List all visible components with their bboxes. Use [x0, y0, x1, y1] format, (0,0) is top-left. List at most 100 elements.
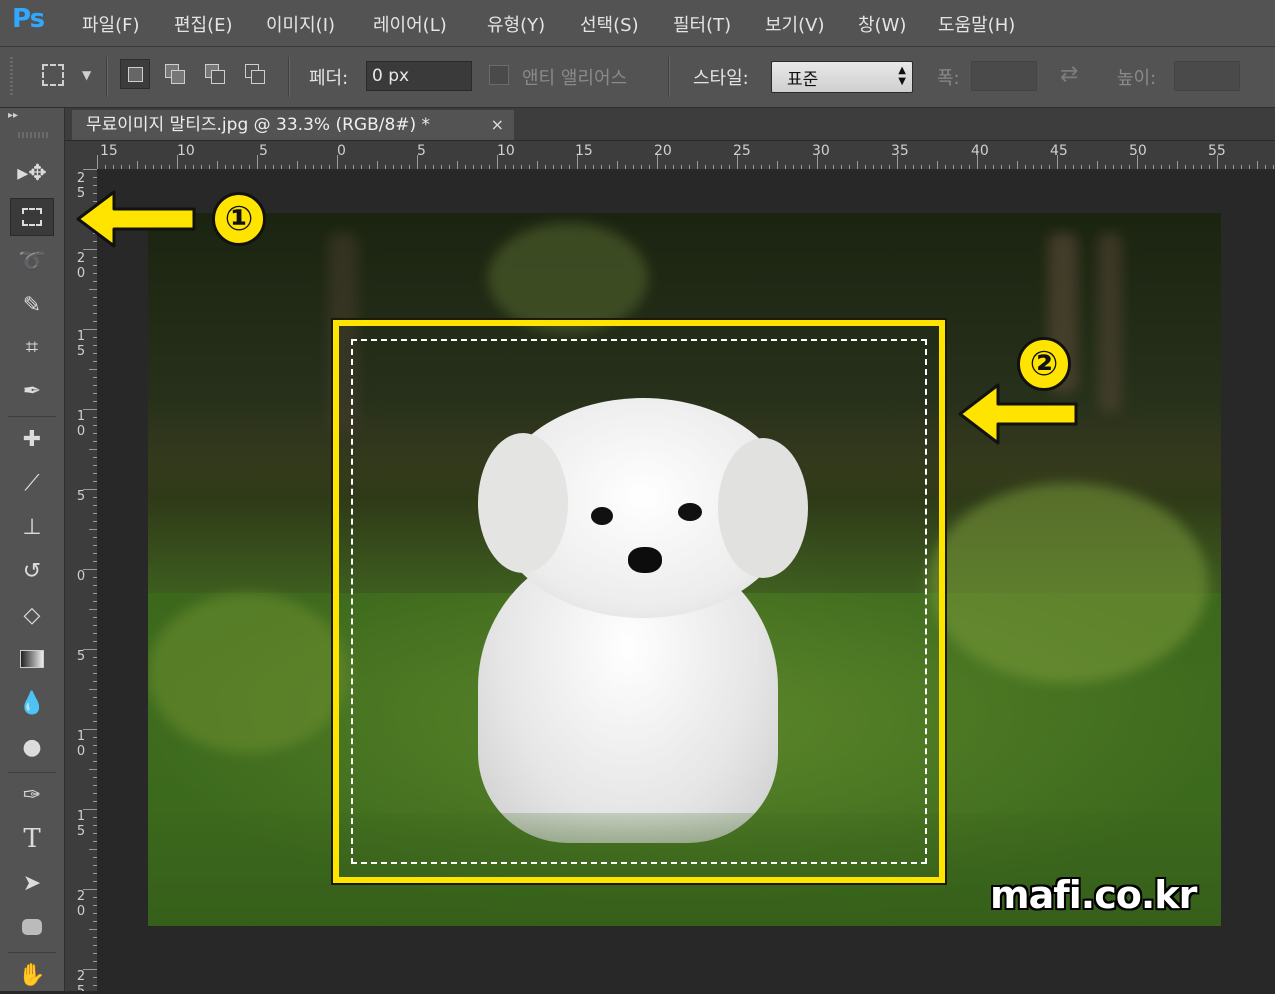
antialias-label: 앤티 앨리어스 [522, 68, 628, 89]
ruler-tick-label: 15 [76, 809, 86, 839]
width-input[interactable] [971, 61, 1037, 91]
clone-stamp-tool-icon[interactable]: ⊥ [10, 508, 54, 546]
marquee-preset-icon [42, 64, 64, 86]
path-selection-tool-icon[interactable]: ➤ [10, 864, 54, 902]
feather-label: 페더: [309, 68, 349, 89]
chevron-down-icon: ▼ [82, 68, 92, 82]
ruler-tick-label: 10 [497, 143, 515, 159]
photoshop-logo: Ps [12, 4, 45, 34]
rectangle-tool-icon[interactable] [10, 908, 54, 946]
close-icon[interactable]: × [491, 110, 504, 140]
style-label: 스타일: [693, 68, 749, 89]
eyedropper-tool-icon[interactable]: ✒ [10, 372, 54, 410]
add-to-selection-button[interactable] [160, 59, 190, 89]
width-label: 폭: [937, 68, 960, 89]
ruler-tick-label: 55 [1208, 143, 1226, 159]
menu-bar: Ps 파일(F) 편집(E) 이미지(I) 레이어(L) 유형(Y) 선택(S)… [0, 0, 1275, 47]
ruler-tick-label: 20 [76, 889, 86, 919]
add-selection-icon-part [171, 70, 185, 84]
select-updown-icon: ▲ ▼ [898, 65, 906, 87]
tool-divider [8, 416, 56, 417]
ruler-tick-label: 15 [76, 329, 86, 359]
quick-selection-tool-icon[interactable]: ✎ [10, 286, 54, 324]
gradient-tool-icon[interactable] [10, 640, 54, 678]
menu-window[interactable]: 창(W) [858, 11, 906, 37]
ruler-tick-label: 25 [76, 969, 86, 991]
antialias-checkbox[interactable] [489, 65, 509, 85]
style-select-value: 표준 [787, 70, 819, 90]
height-input[interactable] [1174, 61, 1240, 91]
document-tab-title: 무료이미지 말티즈.jpg @ 33.3% (RGB/8#) * [86, 115, 431, 135]
blur-tool-icon[interactable]: 💧 [10, 684, 54, 722]
ruler-tick-label: 50 [1129, 143, 1147, 159]
document-tab[interactable]: 무료이미지 말티즈.jpg @ 33.3% (RGB/8#) * × [72, 110, 514, 140]
ruler-tick-label: 5 [417, 143, 426, 159]
pen-tool-icon[interactable]: ✑ [10, 776, 54, 814]
tools-panel-grip[interactable] [18, 132, 48, 138]
menu-select[interactable]: 선택(S) [580, 11, 639, 37]
options-bar-grip[interactable] [10, 57, 13, 97]
tool-preset-picker[interactable]: ▼ [38, 61, 100, 91]
feather-input[interactable]: 0 px [366, 61, 472, 91]
subtract-from-selection-button[interactable] [200, 59, 230, 89]
tool-divider [8, 952, 56, 953]
ruler-tick-label: 25 [733, 143, 751, 159]
tools-panel: ▸▸ ▸✥ ➰ ✎ ⌗ ✒ ✚ ⟋ ⊥ ↺ ◇ 💧 ● ✑ T ➤ ✋ [0, 108, 65, 991]
ruler-tick-label: 0 [337, 143, 346, 159]
menu-layer[interactable]: 레이어(L) [373, 11, 447, 37]
dodge-tool-icon[interactable]: ● [10, 728, 54, 766]
eraser-tool-icon[interactable]: ◇ [10, 596, 54, 634]
lasso-tool-icon[interactable]: ➰ [10, 242, 54, 280]
intersect-selection-button[interactable] [240, 59, 270, 89]
document-tab-bar: 무료이미지 말티즈.jpg @ 33.3% (RGB/8#) * × [65, 108, 1275, 140]
height-label: 높이: [1117, 68, 1157, 89]
style-select[interactable]: 표준 ▲ ▼ [771, 61, 913, 93]
swap-icon[interactable]: ⇄ [1060, 62, 1078, 87]
ruler-tick-label: 35 [891, 143, 909, 159]
tool-divider [8, 772, 56, 773]
healing-brush-tool-icon[interactable]: ✚ [10, 420, 54, 458]
arrow-left-icon [958, 383, 1078, 445]
menu-filter[interactable]: 필터(T) [673, 11, 731, 37]
ruler-origin[interactable] [65, 141, 98, 170]
menu-type[interactable]: 유형(Y) [487, 11, 545, 37]
type-tool-icon[interactable]: T [10, 820, 54, 858]
vertical-ruler[interactable]: 2520151050510152025 [65, 169, 98, 991]
selection-marquee[interactable] [351, 339, 927, 864]
new-selection-icon [128, 67, 143, 82]
horizontal-ruler[interactable]: 15 10 5 0 5 10 15 20 25 30 35 40 45 50 55 [97, 141, 1275, 170]
subtract-selection-icon-part [211, 70, 225, 84]
options-divider [106, 57, 108, 97]
ruler-tick-label: 15 [100, 143, 118, 159]
ruler-tick-label: 5 [76, 489, 86, 504]
brush-tool-icon[interactable]: ⟋ [10, 464, 54, 502]
step-1-badge: ① [212, 192, 266, 246]
menu-file[interactable]: 파일(F) [82, 11, 140, 37]
menu-edit[interactable]: 편집(E) [174, 11, 233, 37]
ruler-tick-label: 10 [177, 143, 195, 159]
watermark: mafi.co.kr [990, 873, 1197, 917]
ruler-tick-label: 30 [812, 143, 830, 159]
expand-panel-icon[interactable]: ▸▸ [8, 110, 18, 121]
options-divider [288, 57, 290, 97]
ruler-tick-label: 40 [971, 143, 989, 159]
move-tool-icon[interactable]: ▸✥ [10, 154, 54, 192]
arrow-left-icon [76, 190, 196, 248]
menu-view[interactable]: 보기(V) [765, 11, 824, 37]
hand-tool-icon[interactable]: ✋ [10, 956, 54, 994]
history-brush-tool-icon[interactable]: ↺ [10, 552, 54, 590]
step-2-badge: ② [1017, 337, 1071, 391]
menu-help[interactable]: 도움말(H) [938, 11, 1015, 37]
menu-image[interactable]: 이미지(I) [266, 11, 335, 37]
ruler-tick-label: 0 [76, 569, 86, 584]
ruler-tick-label: 10 [76, 729, 86, 759]
new-selection-button[interactable] [120, 59, 150, 89]
rectangular-marquee-tool-icon[interactable] [10, 198, 54, 236]
options-bar: ▼ 페더: 0 px 앤티 앨리어스 스타일: 표준 ▲ ▼ 폭: ⇄ 높이: [0, 47, 1275, 108]
ruler-tick-label: 5 [259, 143, 268, 159]
ruler-tick-label: 5 [76, 649, 86, 664]
crop-tool-icon[interactable]: ⌗ [10, 328, 54, 366]
ruler-tick-label: 20 [654, 143, 672, 159]
ruler-tick-label: 15 [575, 143, 593, 159]
options-divider [668, 57, 670, 97]
